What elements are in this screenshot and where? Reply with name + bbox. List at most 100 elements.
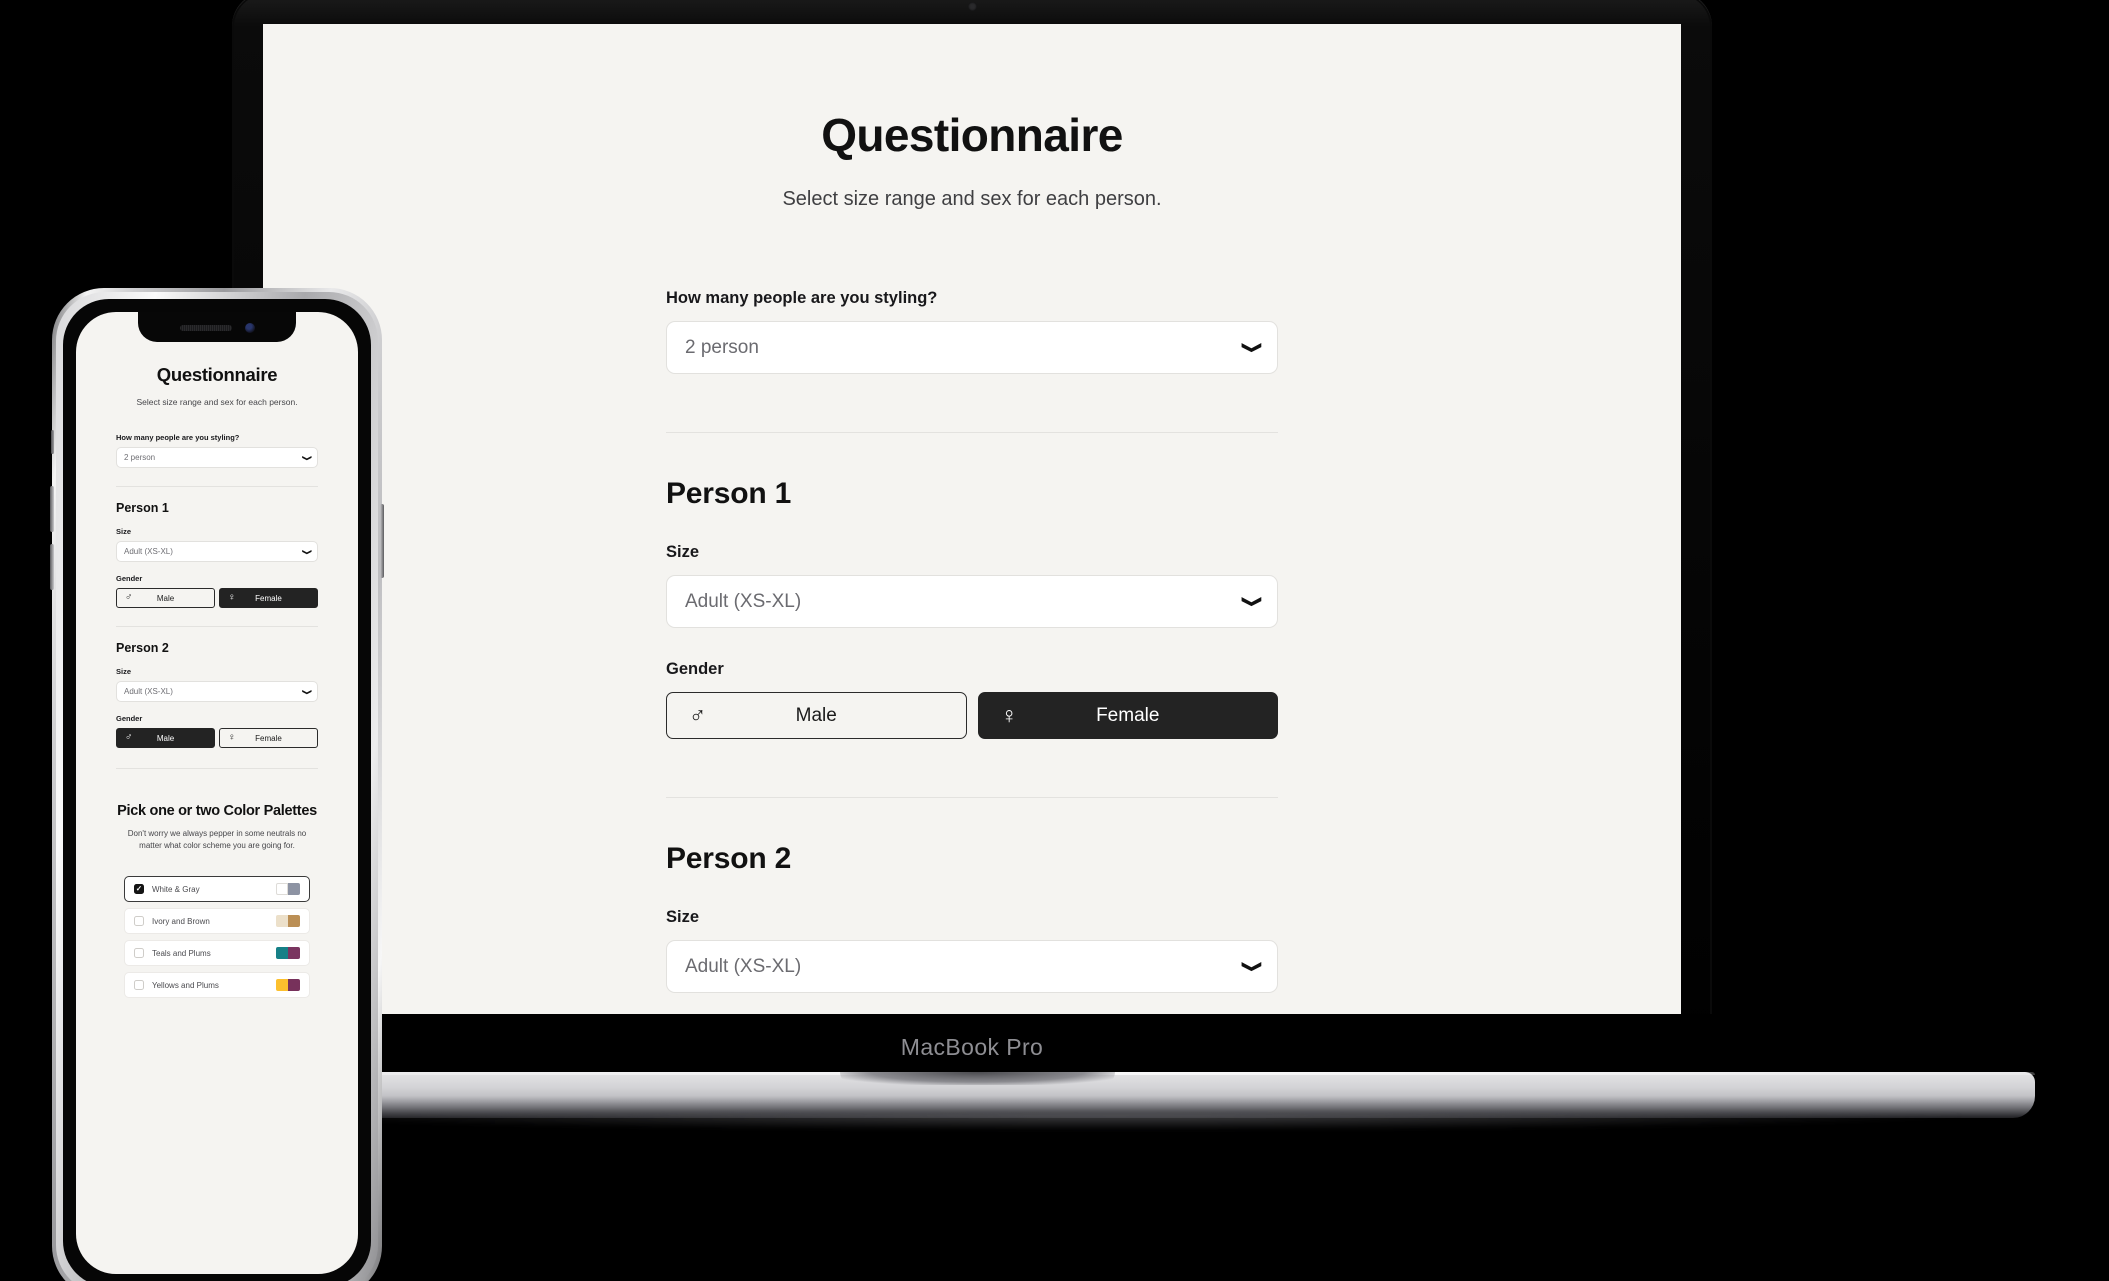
questionnaire-page-desktop: Questionnaire Select size range and sex … (263, 24, 1681, 1014)
palette-options-list: White & Gray (116, 876, 318, 999)
person-1-size-label: Size (116, 527, 132, 536)
palette-option-label: Teals and Plums (152, 948, 211, 958)
palette-option-white-gray[interactable]: White & Gray (124, 876, 310, 903)
person-1-male-button[interactable]: ♂ Male (666, 692, 967, 739)
person-2-section: Person 2 Size Adult (XS-XL) ❯ Gender (666, 842, 1278, 1014)
questionnaire-page-mobile: Questionnaire Select size range and sex … (76, 312, 358, 999)
person-1-male-label: Male (795, 704, 837, 726)
person-2-gender-toggle-group: ♂ Male ♀ Female (116, 728, 318, 748)
color-swatch (276, 979, 288, 992)
laptop-model-label: MacBook Pro (900, 1033, 1044, 1060)
person-2-section: Person 2 Size Adult (XS-XL) ❯ Gender (116, 641, 318, 748)
section-divider (116, 486, 318, 487)
phone-screen: Questionnaire Select size range and sex … (76, 312, 358, 1274)
laptop-webcam-icon (968, 2, 977, 11)
chevron-down-icon: ❯ (302, 454, 311, 461)
palette-swatches (276, 915, 300, 928)
phone-volume-down-button[interactable] (50, 544, 54, 590)
chevron-down-icon: ❯ (1242, 595, 1264, 608)
people-count-field: How many people are you styling? 2 perso… (116, 433, 318, 468)
person-1-male-button[interactable]: ♂ Male (116, 588, 215, 608)
person-2-size-label: Size (666, 908, 700, 926)
chevron-down-icon: ❯ (302, 548, 311, 555)
section-divider (116, 768, 318, 769)
people-count-value: 2 person (124, 453, 156, 462)
chevron-down-icon: ❯ (1242, 960, 1264, 973)
person-1-size-select[interactable]: Adult (XS-XL) ❯ (116, 541, 318, 562)
color-swatch (276, 883, 288, 896)
color-swatch (276, 947, 288, 960)
palette-section-subtitle: Don't worry we always pepper in some neu… (127, 829, 307, 850)
person-2-size-value: Adult (XS-XL) (124, 687, 173, 696)
people-count-label: How many people are you styling? (116, 433, 240, 442)
phone-volume-up-button[interactable] (50, 486, 54, 532)
people-count-label: How many people are you styling? (666, 289, 938, 307)
person-2-size-select[interactable]: Adult (XS-XL) ❯ (666, 940, 1278, 993)
phone-frame: Questionnaire Select size range and sex … (50, 288, 384, 1281)
people-count-select[interactable]: 2 person ❯ (666, 321, 1278, 374)
checkbox-unchecked-icon[interactable] (134, 948, 144, 959)
chevron-down-icon: ❯ (1242, 341, 1264, 354)
palette-option-teals-plums[interactable]: Teals and Plums (124, 940, 310, 967)
person-1-gender-label: Gender (666, 660, 724, 678)
checkbox-checked-icon[interactable] (134, 884, 144, 895)
person-1-gender-label: Gender (116, 574, 143, 583)
page-subtitle: Select size range and sex for each perso… (136, 397, 298, 407)
color-swatch (288, 979, 300, 992)
person-2-size-select[interactable]: Adult (XS-XL) ❯ (116, 681, 318, 702)
laptop-lid: Questionnaire Select size range and sex … (232, 0, 1712, 1082)
person-2-title: Person 2 (116, 641, 169, 655)
person-2-gender-label: Gender (116, 714, 143, 723)
person-2-female-label: Female (255, 733, 282, 743)
palette-section-header: Pick one or two Color Palettes Don't wor… (116, 803, 318, 851)
person-1-female-label: Female (1096, 704, 1160, 726)
people-count-select[interactable]: 2 person ❯ (116, 447, 318, 468)
palette-swatches (276, 883, 300, 896)
page-title: Questionnaire (156, 364, 278, 385)
person-1-size-label: Size (666, 543, 700, 561)
color-swatch (288, 947, 300, 960)
person-1-title: Person 1 (116, 501, 169, 515)
palette-swatches (276, 979, 300, 992)
person-1-female-button[interactable]: ♀ Female (977, 692, 1278, 739)
page-title: Questionnaire (821, 109, 1123, 161)
people-count-field: How many people are you styling? 2 perso… (666, 289, 1278, 374)
person-2-male-label: Male (156, 733, 175, 743)
phone-ring-silent-switch[interactable] (51, 430, 54, 454)
laptop-screen: Questionnaire Select size range and sex … (263, 24, 1681, 1014)
section-divider (666, 797, 1278, 798)
palette-option-label: Ivory and Brown (152, 916, 210, 926)
checkbox-unchecked-icon[interactable] (134, 980, 144, 991)
section-divider (666, 432, 1278, 433)
palette-swatches (276, 947, 300, 960)
phone-frame-inner: Questionnaire Select size range and sex … (56, 292, 378, 1281)
macbook-pro-device: Questionnaire Select size range and sex … (180, 0, 2035, 1130)
person-1-female-label: Female (255, 593, 282, 603)
palette-option-label: White & Gray (152, 884, 200, 894)
phone-notch (138, 312, 296, 342)
person-1-female-button[interactable]: ♀ Female (219, 588, 318, 608)
color-swatch (288, 915, 300, 928)
person-2-male-button[interactable]: ♂ Male (116, 728, 215, 748)
phone-bezel: Questionnaire Select size range and sex … (63, 299, 371, 1281)
person-1-gender-toggle-group: ♂ Male ♀ Female (666, 692, 1278, 739)
person-1-section: Person 1 Size Adult (XS-XL) ❯ Gender ♂ M (666, 477, 1278, 739)
palette-option-yellows-plums[interactable]: Yellows and Plums (124, 972, 310, 999)
person-1-title: Person 1 (666, 477, 792, 510)
person-1-male-label: Male (156, 593, 175, 603)
laptop-base-shadow (272, 1114, 1962, 1130)
phone-power-button[interactable] (380, 504, 384, 578)
person-1-size-value: Adult (XS-XL) (685, 590, 802, 612)
palette-option-label: Yellows and Plums (152, 980, 219, 990)
palette-option-ivory-brown[interactable]: Ivory and Brown (124, 908, 310, 935)
person-2-female-button[interactable]: ♀ Female (219, 728, 318, 748)
page-subtitle: Select size range and sex for each perso… (782, 188, 1162, 210)
front-camera-icon (244, 323, 255, 333)
section-divider (116, 626, 318, 627)
speaker-grille-icon (179, 325, 232, 331)
laptop-base (180, 1072, 2035, 1118)
checkbox-unchecked-icon[interactable] (134, 916, 144, 927)
person-1-size-select[interactable]: Adult (XS-XL) ❯ (666, 575, 1278, 628)
chevron-down-icon: ❯ (302, 688, 311, 695)
color-swatch (288, 883, 300, 896)
